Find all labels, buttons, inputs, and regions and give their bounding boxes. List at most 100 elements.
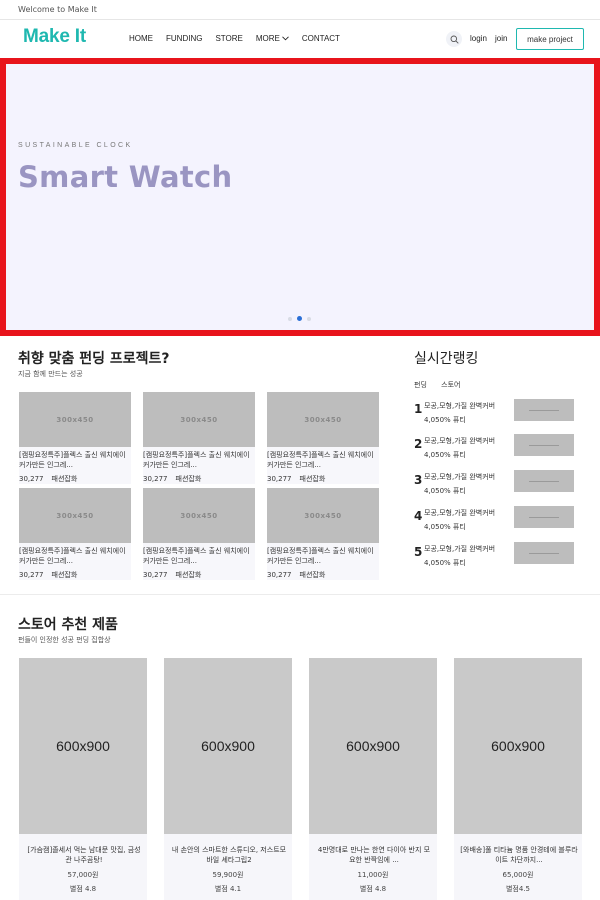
- login-link[interactable]: login: [470, 34, 487, 43]
- store-product-rating: 별점4.5: [505, 885, 530, 893]
- carousel-dot-2[interactable]: [297, 316, 302, 321]
- funding-title: 취향 맞춤 펀딩 프로젝트?: [18, 351, 170, 367]
- funding-card-title: [캠핑요정특주]플렉스 출신 웨치에이커가만든 인그레...: [19, 451, 126, 469]
- welcome-text: Welcome to Make It: [18, 5, 97, 14]
- tab-funding[interactable]: 펀딩: [414, 381, 427, 389]
- ranking-item-rate: 4,050% 퓨티: [424, 451, 466, 459]
- ranking-tabs: 펀딩 스토어: [414, 380, 472, 390]
- store-product-rating: 별점 4.8: [359, 885, 387, 893]
- store-product-rating: 별점 4.1: [214, 885, 242, 893]
- funding-card-meta: 30,277 패션잡화: [19, 475, 78, 483]
- ranking-item-image: [514, 470, 574, 492]
- nav-contact[interactable]: CONTACT: [302, 34, 340, 43]
- ranking-item[interactable]: 1 모공,모형,가질 완벽커버 4,050% 퓨티: [414, 399, 574, 429]
- ranking-number: 1: [414, 402, 423, 416]
- ranking-item-name: 모공,모형,가질 완벽커버: [424, 545, 496, 553]
- funding-card-title: [캠핑요정특주]플렉스 출신 웨치에이커가만든 인그레...: [143, 547, 250, 565]
- ranking-item[interactable]: 4 모공,모형,가질 완벽커버 4,050% 퓨티: [414, 506, 574, 536]
- ranking-item-image: [514, 542, 574, 564]
- store-product-title: 4만명대로 만나는 한연 다이아 반지 모요한 반짝임에 ...: [317, 846, 431, 864]
- ranking-number: 4: [414, 509, 423, 523]
- store-product-image: 600x900: [19, 658, 147, 834]
- carousel-dots: [288, 316, 311, 321]
- nav-more[interactable]: MORE: [256, 34, 289, 43]
- store-product-title: 내 손안의 스마트한 스튜디오, 저스트모바일 셰타그립2: [171, 846, 287, 864]
- ranking-item[interactable]: 2 모공,모형,가질 완벽커버 4,050% 퓨티: [414, 434, 574, 464]
- funding-card-image: 300x450: [267, 488, 379, 543]
- ranking-item-rate: 4,050% 퓨티: [424, 523, 466, 531]
- ranking-number: 2: [414, 437, 423, 451]
- ranking-item-image: [514, 399, 574, 421]
- funding-card-image: 300x450: [143, 488, 255, 543]
- store-product-price: 11,000원: [357, 871, 389, 879]
- funding-card[interactable]: 300x450 [캠핑요정특주]플렉스 출신 웨치에이커가만든 인그레... 3…: [19, 392, 131, 484]
- carousel-dot-1[interactable]: [288, 316, 292, 321]
- funding-card-meta: 30,277 패션잡화: [143, 475, 202, 483]
- funding-subtitle: 지금 함께 만드는 성공: [18, 370, 83, 378]
- store-product-card[interactable]: 600x900 [가슴캠]졸세서 먹는 남대문 맛집, 금성관 나주곰탕! 57…: [19, 658, 147, 900]
- search-icon[interactable]: [446, 31, 462, 47]
- store-product-card[interactable]: 600x900 4만명대로 만나는 한연 다이아 반지 모요한 반짝임에 ...…: [309, 658, 437, 900]
- store-product-title: [와배송]풀 티타늄 명품 안경테에 블루라이트 차단까지...: [460, 846, 578, 864]
- store-product-card[interactable]: 600x900 내 손안의 스마트한 스튜디오, 저스트모바일 셰타그립2 59…: [164, 658, 292, 900]
- ranking-item-rate: 4,050% 퓨티: [424, 416, 466, 424]
- funding-card-meta: 30,277 패션잡화: [143, 571, 202, 579]
- ranking-item-rate: 4,050% 퓨티: [424, 559, 466, 567]
- nav-funding[interactable]: FUNDING: [166, 34, 202, 43]
- funding-card-meta: 30,277 패션잡화: [19, 571, 78, 579]
- tab-store[interactable]: 스토어: [441, 381, 460, 389]
- hero-banner[interactable]: SUSTAINABLE CLOCK Smart Watch: [0, 58, 600, 336]
- hero-title: Smart Watch: [18, 160, 233, 194]
- store-subtitle: 펀들이 인정한 성공 펀딩 집합상: [18, 636, 111, 644]
- top-bar: Welcome to Make It: [0, 0, 600, 20]
- funding-card[interactable]: 300x450 [캠핑요정특주]플렉스 출신 웨치에이커가만든 인그레... 3…: [143, 392, 255, 484]
- funding-card[interactable]: 300x450 [캠핑요정특주]플렉스 출신 웨치에이커가만든 인그레... 3…: [267, 392, 379, 484]
- funding-card-image: 300x450: [267, 392, 379, 447]
- funding-card-title: [캠핑요정특주]플렉스 출신 웨치에이커가만든 인그레...: [143, 451, 250, 469]
- store-product-image: 600x900: [454, 658, 582, 834]
- join-link[interactable]: join: [495, 34, 507, 43]
- ranking-title: 실시간랭킹: [414, 351, 479, 367]
- ranking-item-image: [514, 506, 574, 528]
- ranking-item-rate: 4,050% 퓨티: [424, 487, 466, 495]
- carousel-dot-3[interactable]: [307, 316, 311, 321]
- nav-home[interactable]: HOME: [129, 34, 153, 43]
- store-product-image: 600x900: [309, 658, 437, 834]
- funding-card-image: 300x450: [19, 488, 131, 543]
- funding-card-title: [캠핑요정특주]플렉스 출신 웨치에이커가만든 인그레...: [267, 547, 374, 565]
- main-nav: Make It HOME FUNDING STORE MORE CONTACT …: [0, 20, 600, 58]
- make-project-button[interactable]: make project: [516, 28, 584, 50]
- ranking-item-name: 모공,모형,가질 완벽커버: [424, 437, 496, 445]
- funding-card[interactable]: 300x450 [캠핑요정특주]플렉스 출신 웨치에이커가만든 인그레... 3…: [19, 488, 131, 580]
- store-product-price: 65,000원: [502, 871, 534, 879]
- store-product-image: 600x900: [164, 658, 292, 834]
- funding-card-meta: 30,277 패션잡화: [267, 475, 326, 483]
- store-product-price: 57,000원: [67, 871, 99, 879]
- funding-card[interactable]: 300x450 [캠핑요정특주]플렉스 출신 웨치에이커가만든 인그레... 3…: [267, 488, 379, 580]
- ranking-item[interactable]: 3 모공,모형,가질 완벽커버 4,050% 퓨티: [414, 470, 574, 500]
- nav-more-label: MORE: [255, 34, 280, 43]
- hero-eyebrow: SUSTAINABLE CLOCK: [18, 142, 133, 149]
- ranking-item[interactable]: 5 모공,모형,가질 완벽커버 4,050% 퓨티: [414, 542, 574, 572]
- ranking-item-image: [514, 434, 574, 456]
- nav-store[interactable]: STORE: [215, 34, 242, 43]
- nav-menu: HOME FUNDING STORE MORE CONTACT: [129, 34, 353, 43]
- funding-card[interactable]: 300x450 [캠핑요정특주]플렉스 출신 웨치에이커가만든 인그레... 3…: [143, 488, 255, 580]
- store-product-card[interactable]: 600x900 [와배송]풀 티타늄 명품 안경테에 블루라이트 차단까지...…: [454, 658, 582, 900]
- store-title: 스토어 추천 제품: [18, 617, 118, 633]
- ranking-item-name: 모공,모형,가질 완벽커버: [424, 402, 496, 410]
- logo[interactable]: Make It: [23, 26, 86, 48]
- store-product-rating: 별점 4.8: [69, 885, 97, 893]
- store-product-title: [가슴캠]졸세서 먹는 남대문 맛집, 금성관 나주곰탕!: [27, 846, 141, 864]
- store-product-price: 59,900원: [212, 871, 244, 879]
- funding-card-image: 300x450: [19, 392, 131, 447]
- ranking-number: 3: [414, 473, 423, 487]
- funding-card-image: 300x450: [143, 392, 255, 447]
- ranking-number: 5: [414, 545, 423, 559]
- funding-card-meta: 30,277 패션잡화: [267, 571, 326, 579]
- section-divider: [0, 594, 600, 595]
- funding-card-title: [캠핑요정특주]플렉스 출신 웨치에이커가만든 인그레...: [19, 547, 126, 565]
- ranking-item-name: 모공,모형,가질 완벽커버: [424, 509, 496, 517]
- funding-card-title: [캠핑요정특주]플렉스 출신 웨치에이커가만든 인그레...: [267, 451, 374, 469]
- ranking-item-name: 모공,모형,가질 완벽커버: [424, 473, 496, 481]
